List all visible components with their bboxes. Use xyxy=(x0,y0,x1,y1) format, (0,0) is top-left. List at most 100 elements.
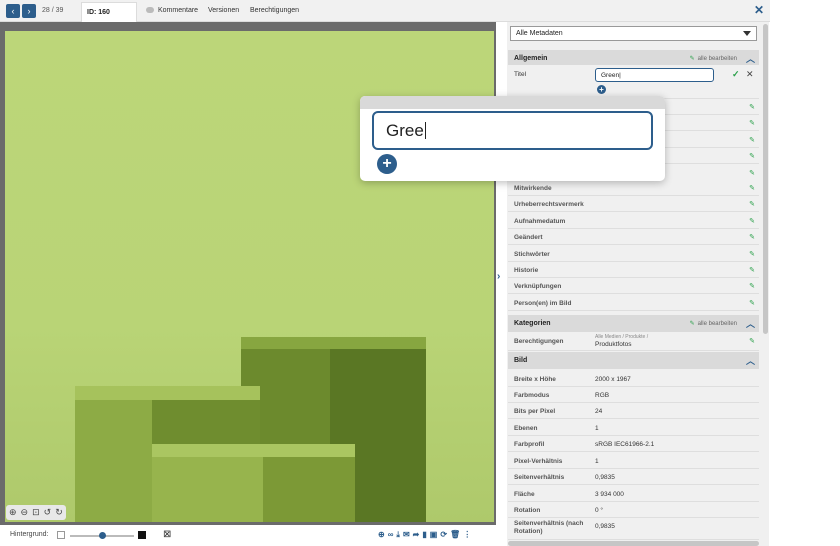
background-white-swatch[interactable] xyxy=(57,531,65,539)
more-icon[interactable]: ⋮ xyxy=(463,530,471,540)
close-icon[interactable]: ✕ xyxy=(754,3,764,17)
next-button[interactable]: › xyxy=(22,4,36,18)
chevron-up-icon[interactable]: ︿ xyxy=(746,317,755,330)
section-title: Bild xyxy=(514,357,528,364)
titel-input[interactable]: Green| xyxy=(595,68,714,82)
previous-button[interactable]: ‹ xyxy=(6,4,20,18)
metadata-row[interactable]: Stichwörter ✎ xyxy=(508,245,759,262)
bild-row-label: Farbprofil xyxy=(514,441,545,448)
edit-all-link[interactable]: ✎ alle bearbeiten xyxy=(690,55,737,62)
pencil-icon: ✎ xyxy=(689,321,695,327)
rotate-left-icon[interactable]: ↺ xyxy=(44,507,52,518)
pencil-icon[interactable]: ✎ xyxy=(749,184,755,192)
tab-id[interactable]: ID: 160 xyxy=(81,2,137,22)
metadata-row-label: Urheberrechtsvermerk xyxy=(514,201,584,209)
bild-row-value: 0,9835 xyxy=(595,523,615,530)
section-title: Kategorien xyxy=(514,320,551,327)
bild-row-label: Bits per Pixel xyxy=(514,408,556,415)
pencil-icon[interactable]: ✎ xyxy=(749,217,755,225)
chevron-up-icon[interactable]: ︿ xyxy=(746,52,755,65)
chevron-up-icon[interactable]: ︿ xyxy=(746,354,755,367)
share-icon[interactable]: ➦ xyxy=(413,530,420,540)
metadata-row-label: Stichwörter xyxy=(514,250,550,258)
tab-versionen[interactable]: Versionen xyxy=(208,7,239,14)
bild-row-value: 2000 x 1967 xyxy=(595,376,631,383)
pencil-icon[interactable]: ✎ xyxy=(749,200,755,208)
section-title: Allgemein xyxy=(514,55,548,62)
pencil-icon[interactable]: ✎ xyxy=(749,136,755,144)
panel-horizontal-scrollbar[interactable] xyxy=(508,541,759,546)
edit-all-link[interactable]: ✎ alle bearbeiten xyxy=(690,320,737,327)
comment-icon xyxy=(146,7,154,13)
bild-row: Ebenen 1 xyxy=(508,420,759,436)
background-slider-handle[interactable] xyxy=(99,532,106,539)
action-icons: ⊕ ∞ ⤓ ✉ ➦ ▮ ▣ ⟳ 🗑 ⋮ xyxy=(378,530,471,540)
confirm-icon[interactable]: ✓ xyxy=(732,69,740,80)
metadata-row[interactable]: Verknüpfungen ✎ xyxy=(508,278,759,295)
section-kategorien[interactable]: Kategorien ✎ alle bearbeiten ︿ xyxy=(508,315,759,332)
edit-all-label: alle bearbeiten xyxy=(697,56,737,62)
titel-input-value: Green xyxy=(601,72,620,79)
bild-row: Breite x Höhe 2000 x 1967 xyxy=(508,371,759,387)
pencil-icon[interactable]: ✎ xyxy=(749,266,755,274)
bild-row: Farbprofil sRGB IEC61966-2.1 xyxy=(508,436,759,452)
fit-icon[interactable]: ⊡ xyxy=(32,507,40,518)
pencil-icon[interactable]: ✎ xyxy=(749,337,755,345)
pencil-icon[interactable]: ✎ xyxy=(749,169,755,177)
metadata-row[interactable]: Urheberrechtsvermerk ✎ xyxy=(508,196,759,213)
pencil-icon[interactable]: ✎ xyxy=(749,103,755,111)
add-value-icon[interactable]: + xyxy=(597,85,606,94)
panel-scrollbar[interactable] xyxy=(763,24,768,334)
zoom-out-icon[interactable]: ⊖ xyxy=(21,507,29,518)
pencil-icon[interactable]: ✎ xyxy=(749,282,755,290)
download-icon[interactable]: ⤓ xyxy=(396,530,400,540)
add-value-icon[interactable]: + xyxy=(377,154,397,174)
category-path: Alle Medien / Produkte / xyxy=(595,334,649,340)
metadata-row[interactable]: Historie ✎ xyxy=(508,262,759,278)
position-counter: 28 / 39 xyxy=(42,7,64,14)
section-bild[interactable]: Bild ︿ xyxy=(508,352,759,369)
metadata-row[interactable]: Person(en) im Bild ✎ xyxy=(508,294,759,311)
add-icon[interactable]: ⊕ xyxy=(378,530,385,540)
metadata-row-label: Historie xyxy=(514,267,539,274)
zoom-callout: Gree + xyxy=(360,96,665,181)
viewer-toolbar: ⊕ ⊖ ⊡ ↺ ↻ xyxy=(6,505,66,520)
chevron-left-icon: ‹ xyxy=(11,6,15,16)
tab-berechtigungen[interactable]: Berechtigungen xyxy=(250,7,299,14)
import-icon[interactable]: ▮ xyxy=(422,530,426,540)
metadata-row[interactable]: Aufnahmedatum ✎ xyxy=(508,212,759,229)
text-caret xyxy=(424,122,426,139)
link-icon[interactable]: ∞ xyxy=(388,530,394,540)
pencil-icon[interactable]: ✎ xyxy=(749,233,755,241)
metadata-filter-select[interactable]: Alle Metadaten xyxy=(510,26,757,41)
collapse-panel-icon[interactable]: › xyxy=(497,271,500,282)
cancel-icon[interactable]: ✕ xyxy=(746,69,754,80)
pencil-icon[interactable]: ✎ xyxy=(749,152,755,160)
pencil-icon[interactable]: ✎ xyxy=(749,299,755,307)
refresh-icon[interactable]: ⟳ xyxy=(440,530,447,540)
bild-row-value: sRGB IEC61966-2.1 xyxy=(595,441,655,448)
pencil-icon[interactable]: ✎ xyxy=(749,250,755,258)
callout-header xyxy=(360,96,665,109)
metadata-row-label: Geändert xyxy=(514,234,543,242)
bottom-toolbar: Hintergrund: ⊠ ⊕ ∞ ⤓ ✉ ➦ ▮ ▣ ⟳ 🗑 ⋮ xyxy=(0,525,500,546)
metadata-row-label: Aufnahmedatum xyxy=(514,217,566,225)
rotate-right-icon[interactable]: ↻ xyxy=(55,507,63,518)
zoomed-titel-input[interactable]: Gree xyxy=(372,111,653,150)
bild-row-label: Pixel-Verhältnis xyxy=(514,458,563,465)
zoom-in-icon[interactable]: ⊕ xyxy=(9,507,17,518)
tab-kommentare[interactable]: Kommentare xyxy=(158,7,198,14)
background-black-swatch[interactable] xyxy=(138,531,146,539)
transparent-grid-icon[interactable]: ⊠ xyxy=(163,529,171,540)
mail-icon[interactable]: ✉ xyxy=(403,530,410,540)
bild-row: Fläche 3 934 000 xyxy=(508,486,759,502)
bild-row-value: 1 xyxy=(595,425,599,432)
bild-row-label: Farbmodus xyxy=(514,392,550,399)
pencil-icon[interactable]: ✎ xyxy=(749,119,755,127)
print-icon[interactable]: ▣ xyxy=(430,530,438,540)
bild-row: Rotation 0 ° xyxy=(508,502,759,518)
metadata-row[interactable]: Geändert ✎ xyxy=(508,229,759,246)
metadata-row[interactable]: Mitwirkende ✎ xyxy=(508,180,759,196)
bild-row: Pixel-Verhältnis 1 xyxy=(508,453,759,469)
delete-icon[interactable]: 🗑 xyxy=(450,530,460,540)
